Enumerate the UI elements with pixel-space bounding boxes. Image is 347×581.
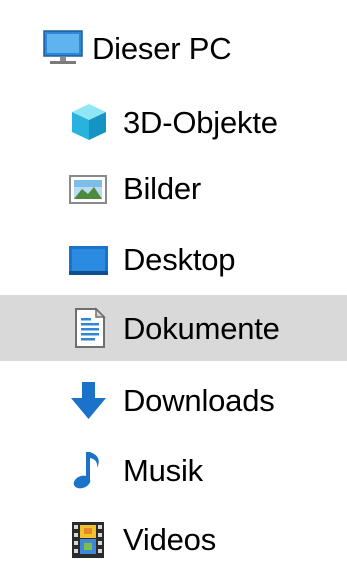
nav-item-label: Downloads	[123, 383, 275, 418]
document-icon	[68, 307, 110, 349]
navigation-pane: Dieser PC 3D-Objekte Bilder Desktop Doku…	[0, 0, 347, 581]
nav-item-dokumente[interactable]: Dokumente	[0, 295, 347, 361]
picture-icon	[68, 168, 110, 210]
nav-item-videos[interactable]: Videos	[0, 507, 347, 573]
desktop-icon	[68, 239, 110, 281]
nav-item-label: Bilder	[123, 171, 202, 206]
nav-item-desktop[interactable]: Desktop	[0, 227, 347, 293]
film-icon	[68, 519, 110, 561]
nav-item-musik[interactable]: Musik	[0, 437, 347, 503]
nav-item-label: 3D-Objekte	[123, 105, 278, 140]
nav-item-label: Dokumente	[123, 311, 280, 346]
3d-cube-icon	[68, 101, 110, 143]
nav-item-bilder[interactable]: Bilder	[0, 156, 347, 222]
nav-item-3d-objekte[interactable]: 3D-Objekte	[0, 89, 347, 155]
monitor-icon	[42, 26, 84, 68]
nav-item-label: Dieser PC	[92, 31, 232, 66]
music-note-icon	[68, 449, 110, 491]
nav-item-label: Desktop	[123, 242, 236, 277]
nav-item-dieser-pc[interactable]: Dieser PC	[0, 14, 347, 80]
nav-item-label: Videos	[123, 522, 217, 557]
nav-item-downloads[interactable]: Downloads	[0, 368, 347, 434]
download-arrow-icon	[68, 380, 110, 422]
nav-item-label: Musik	[123, 453, 203, 488]
